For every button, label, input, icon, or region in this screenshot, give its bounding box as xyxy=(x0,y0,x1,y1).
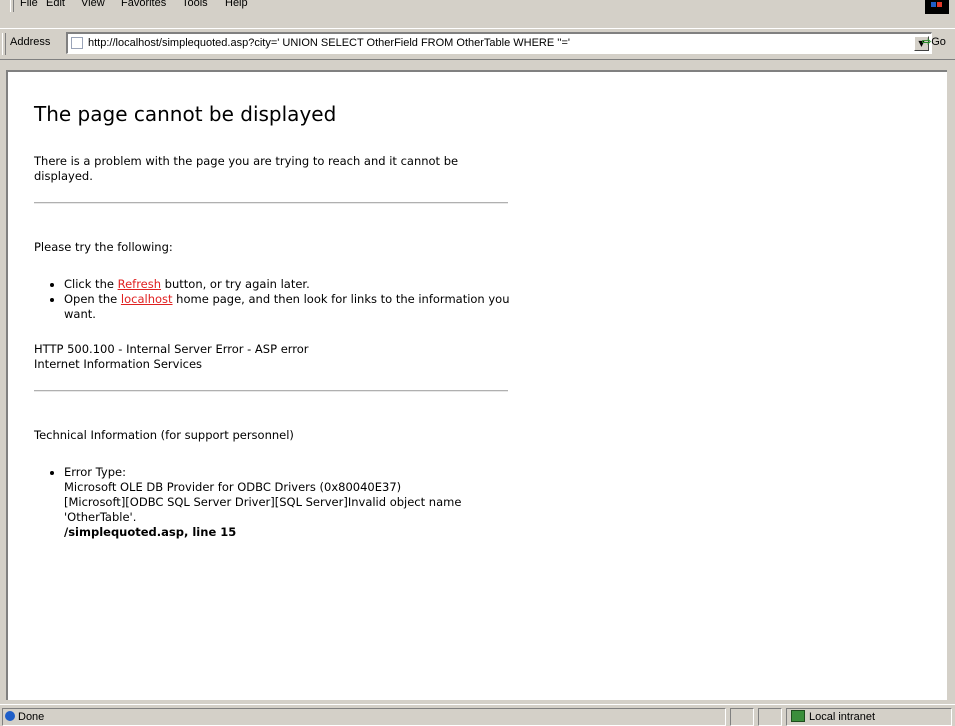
menu-tools[interactable]: Tools xyxy=(182,0,208,9)
suggestions-list: Click the Refresh button, or try again l… xyxy=(34,277,514,322)
menu-favorites[interactable]: Favorites xyxy=(121,0,166,9)
menu-view[interactable]: View xyxy=(81,0,105,9)
try-heading: Please try the following: xyxy=(34,240,173,254)
address-bar: Address http://localhost/simplequoted.as… xyxy=(0,28,955,60)
address-label: Address xyxy=(10,36,51,48)
page-title: The page cannot be displayed xyxy=(34,102,337,126)
try-item1-pre: Click the xyxy=(64,277,118,291)
error-type-label: Error Type: xyxy=(64,465,126,479)
divider xyxy=(34,390,508,392)
list-item: Open the localhost home page, and then l… xyxy=(64,292,514,322)
address-input[interactable]: http://localhost/simplequoted.asp?city='… xyxy=(66,32,932,54)
menu-help[interactable]: Help xyxy=(225,0,248,9)
go-button[interactable]: ⇨Go xyxy=(922,35,946,48)
server-name: Internet Information Services xyxy=(34,357,203,371)
intro-text: There is a problem with the page you are… xyxy=(34,154,459,183)
zone-label: Local intranet xyxy=(809,711,876,723)
error-page-content: The page cannot be displayed There is a … xyxy=(34,102,514,540)
try-item2-pre: Open the xyxy=(64,292,121,306)
url-text: http://localhost/simplequoted.asp?city='… xyxy=(88,37,570,49)
error-detail-2: [Microsoft][ODBC SQL Server Driver][SQL … xyxy=(64,495,462,524)
localhost-link[interactable]: localhost xyxy=(121,292,173,306)
status-panel-security xyxy=(758,708,782,726)
status-text-panel: Done xyxy=(2,708,726,726)
status-panel-progress xyxy=(730,708,754,726)
page-viewport[interactable]: The page cannot be displayed There is a … xyxy=(6,70,947,700)
menu-edit[interactable]: Edit xyxy=(46,0,65,9)
menu-bar: File Edit View Favorites Tools Help xyxy=(0,0,955,14)
windows-logo-icon xyxy=(925,0,949,14)
tech-info-list: Error Type: Microsoft OLE DB Provider fo… xyxy=(34,465,514,540)
list-item: Click the Refresh button, or try again l… xyxy=(64,277,514,292)
go-arrow-icon: ⇨ xyxy=(922,36,932,48)
go-label: Go xyxy=(931,36,946,48)
list-item: Error Type: Microsoft OLE DB Provider fo… xyxy=(64,465,514,540)
page-icon xyxy=(71,37,83,49)
zone-panel: Local intranet xyxy=(786,708,952,726)
error-detail-1: Microsoft OLE DB Provider for ODBC Drive… xyxy=(64,480,402,494)
try-item1-post: button, or try again later. xyxy=(161,277,310,291)
tech-heading: Technical Information (for support perso… xyxy=(34,428,294,442)
status-bar: Done Local intranet xyxy=(0,704,955,726)
menu-file[interactable]: File xyxy=(20,0,38,9)
browser-window: File Edit View Favorites Tools Help Addr… xyxy=(0,0,955,726)
vertical-scrollbar[interactable] xyxy=(949,70,955,700)
error-location: /simplequoted.asp, line 15 xyxy=(64,525,237,539)
refresh-link[interactable]: Refresh xyxy=(118,277,161,291)
menu-bar-grip[interactable] xyxy=(10,0,14,12)
ie-page-icon xyxy=(5,711,15,721)
divider xyxy=(34,202,508,204)
error-code: HTTP 500.100 - Internal Server Error - A… xyxy=(34,342,309,356)
intranet-zone-icon xyxy=(791,710,805,722)
status-text: Done xyxy=(18,711,45,723)
address-bar-grip[interactable] xyxy=(2,33,6,55)
